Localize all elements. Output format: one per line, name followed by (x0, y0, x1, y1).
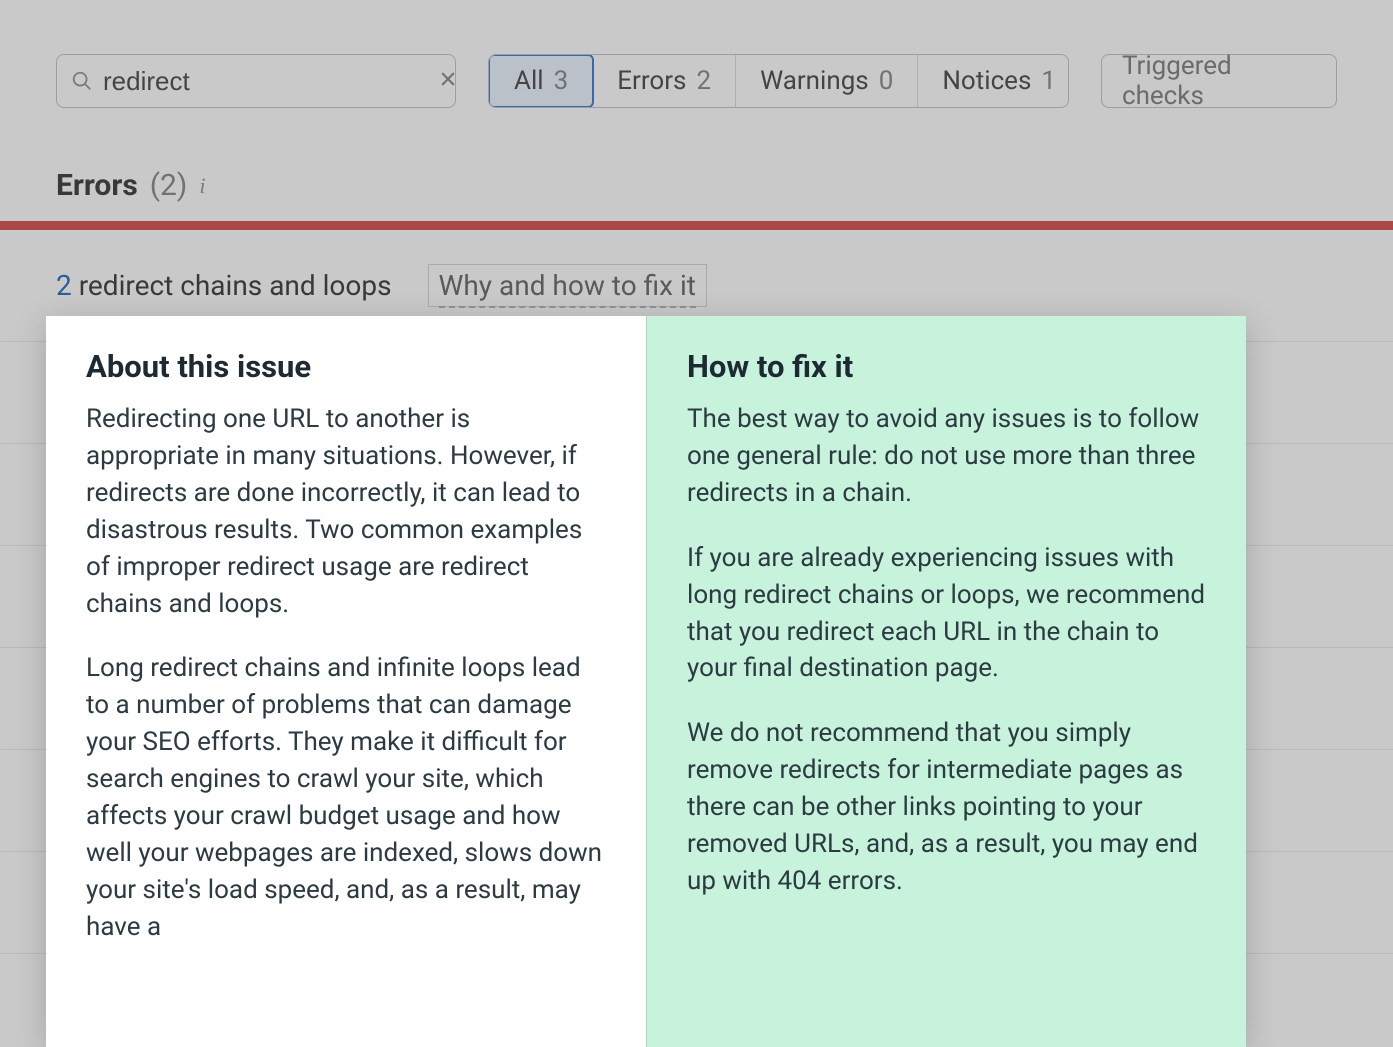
about-panel: About this issue Redirecting one URL to … (46, 316, 646, 1047)
toolbar: All 3 Errors 2 Warnings 0 Notices 1 Trig… (0, 18, 1393, 108)
triggered-checks-button[interactable]: Triggered checks (1101, 54, 1337, 108)
filter-tab-errors[interactable]: Errors 2 (593, 55, 736, 107)
filter-label: Errors (617, 66, 686, 96)
section-label: Errors (56, 168, 138, 203)
triggered-checks-label: Triggered checks (1122, 51, 1316, 111)
fix-paragraph: If you are already experiencing issues w… (687, 540, 1206, 688)
search-icon (71, 70, 93, 92)
filter-count: 3 (554, 66, 569, 96)
clear-search-icon[interactable] (438, 67, 458, 95)
about-heading: About this issue (86, 348, 606, 385)
filter-count: 0 (879, 66, 894, 96)
filter-tab-all[interactable]: All 3 (488, 54, 594, 108)
filter-label: Notices (942, 66, 1031, 96)
fix-heading: How to fix it (687, 348, 1206, 385)
errors-severity-bar (0, 221, 1393, 230)
issue-title: redirect chains and loops (79, 269, 392, 302)
filter-label: All (514, 66, 544, 96)
filter-label: Warnings (760, 66, 869, 96)
search-input[interactable] (103, 66, 438, 97)
info-icon[interactable]: i (199, 173, 205, 199)
about-paragraph: Redirecting one URL to another is approp… (86, 401, 606, 622)
issue-help-popover: About this issue Redirecting one URL to … (46, 316, 1246, 1047)
filter-count: 1 (1041, 66, 1056, 96)
filter-tab-warnings[interactable]: Warnings 0 (736, 55, 918, 107)
fix-paragraph: The best way to avoid any issues is to f… (687, 401, 1206, 512)
fix-paragraph: We do not recommend that you simply remo… (687, 715, 1206, 900)
about-paragraph: Long redirect chains and infinite loops … (86, 650, 606, 945)
fix-panel: How to fix it The best way to avoid any … (646, 316, 1246, 1047)
fix-link-highlight: Why and how to fix it (428, 264, 707, 307)
search-box[interactable] (56, 54, 456, 108)
section-count: (2) (150, 168, 188, 203)
filter-tab-notices[interactable]: Notices 1 (918, 55, 1069, 107)
filter-tabs: All 3 Errors 2 Warnings 0 Notices 1 (488, 54, 1069, 108)
filter-count: 2 (696, 66, 711, 96)
issue-title-wrap: 2 redirect chains and loops (56, 269, 392, 302)
why-and-how-link[interactable]: Why and how to fix it (439, 269, 696, 308)
issue-count: 2 (56, 269, 72, 302)
page: All 3 Errors 2 Warnings 0 Notices 1 Trig… (0, 0, 1393, 1047)
section-heading-errors: Errors (2) i (0, 108, 1393, 221)
